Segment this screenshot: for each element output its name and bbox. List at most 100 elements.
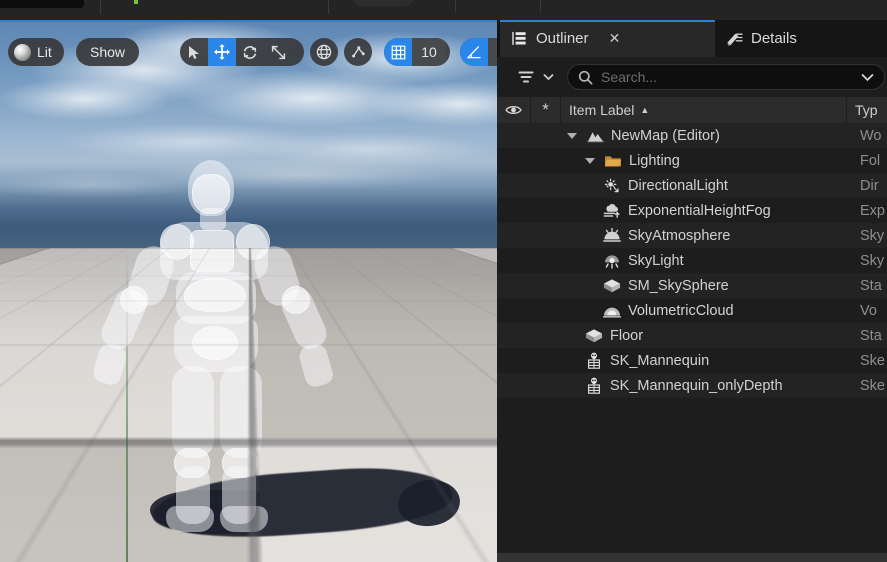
search-chevron-down-icon[interactable]: [858, 68, 876, 86]
viewport-accent-bar: [0, 20, 497, 22]
row-type-cell: Dir: [857, 173, 887, 198]
toolbar-divider-3: [455, 0, 456, 12]
static-mesh-icon: [585, 327, 603, 345]
rotate-tool-button[interactable]: [236, 38, 264, 66]
row-label-text: VolumetricCloud: [628, 303, 734, 319]
search-icon: [576, 68, 594, 86]
tab-details-label: Details: [751, 30, 797, 47]
angle-snap-group: 1: [460, 38, 497, 66]
panel-tabbar: Outliner ✕ Details: [497, 20, 887, 57]
surface-snap-group: [344, 38, 372, 66]
mannequin-character[interactable]: [104, 160, 354, 532]
table-row[interactable]: Lighting Fol: [497, 148, 887, 173]
main-toolbar-strip: [0, 0, 887, 20]
row-label-text: SkyAtmosphere: [628, 228, 730, 244]
row-label-cell: SK_Mannequin_onlyDepth: [497, 377, 887, 395]
angle-snap-value[interactable]: 1: [488, 38, 497, 66]
eye-icon: [505, 101, 522, 119]
volumetric-cloud-icon: [603, 302, 621, 320]
column-pinned[interactable]: *: [531, 97, 561, 123]
table-row[interactable]: SK_Mannequin Ske: [497, 348, 887, 373]
row-label-cell: Floor: [497, 327, 887, 345]
sort-ascending-icon: ▲: [640, 105, 649, 115]
search-box[interactable]: [567, 64, 885, 90]
table-row[interactable]: SK_Mannequin_onlyDepthSke: [497, 373, 887, 398]
row-type-cell: Sta: [857, 323, 887, 348]
directional-light-icon: [603, 177, 621, 195]
row-label-text: Floor: [610, 328, 643, 344]
table-row[interactable]: NewMap (Editor) Wo: [497, 123, 887, 148]
coordinate-system-group: [310, 38, 338, 66]
outliner-tree[interactable]: NewMap (Editor)WoLightingFolDirectionalL…: [497, 123, 887, 553]
search-input[interactable]: [601, 69, 851, 85]
column-visibility[interactable]: [497, 97, 531, 123]
row-label-cell: NewMap (Editor): [497, 127, 887, 145]
level-viewport[interactable]: Lit Show: [0, 20, 497, 562]
row-label-text: ExponentialHeightFog: [628, 203, 771, 219]
table-row[interactable]: VolumetricCloudVo: [497, 298, 887, 323]
transform-tools-group: [180, 38, 304, 66]
snap-vertex-icon[interactable]: [344, 38, 372, 66]
row-type-cell: Sky: [857, 248, 887, 273]
row-label-cell: DirectionalLight: [497, 177, 887, 195]
show-menu-button[interactable]: Show: [76, 38, 139, 66]
row-label-text: NewMap (Editor): [611, 128, 720, 144]
close-icon[interactable]: ✕: [607, 31, 623, 47]
expand-triangle-icon[interactable]: [567, 133, 577, 139]
row-type-cell: Exp: [857, 198, 887, 223]
table-row[interactable]: SkyLight Sky: [497, 248, 887, 273]
row-label-text: Lighting: [629, 153, 680, 169]
column-type[interactable]: Typ: [847, 97, 887, 123]
column-type-text: Typ: [855, 102, 878, 118]
row-label-text: SK_Mannequin: [610, 353, 709, 369]
filter-button[interactable]: [517, 65, 563, 89]
toolbar-divider-1: [100, 0, 101, 14]
outliner-icon: [510, 30, 528, 48]
translate-tool-button[interactable]: [208, 38, 236, 66]
select-tool-button[interactable]: [180, 38, 208, 66]
outliner-column-headers: * Item Label ▲ Typ: [497, 97, 887, 123]
grid-icon[interactable]: [384, 38, 412, 66]
toolbar-divider-2: [328, 0, 329, 14]
row-type-cell: Sta: [857, 273, 887, 298]
row-label-text: DirectionalLight: [628, 178, 728, 194]
column-item-label[interactable]: Item Label ▲: [561, 97, 847, 123]
toolbar-divider-4: [540, 0, 541, 12]
outliner-panel: Outliner ✕ Details: [497, 20, 887, 562]
row-label-cell: SkyLight: [497, 252, 887, 270]
row-type-cell: Fol: [857, 148, 887, 173]
table-row[interactable]: Floor Sta: [497, 323, 887, 348]
tab-outliner-label: Outliner: [536, 30, 589, 47]
filter-icon: [517, 68, 535, 86]
globe-icon[interactable]: [310, 38, 338, 66]
row-label-text: SK_Mannequin_onlyDepth: [610, 378, 783, 394]
table-row[interactable]: ExponentialHeightFog Exp: [497, 198, 887, 223]
grid-snap-group: 10: [384, 38, 450, 66]
row-label-cell: ExponentialHeightFog: [497, 202, 887, 220]
static-mesh-icon: [603, 277, 621, 295]
scale-tool-button[interactable]: [264, 38, 292, 66]
row-type-cell: Wo: [857, 123, 887, 148]
show-label: Show: [90, 44, 125, 60]
row-type-cell: Ske: [857, 348, 887, 373]
tab-outliner[interactable]: Outliner ✕: [500, 20, 715, 57]
toolbar-green-indicator: [134, 0, 138, 4]
table-row[interactable]: DirectionalLight Dir: [497, 173, 887, 198]
sphere-lit-icon: [14, 44, 31, 61]
tab-details[interactable]: Details: [715, 20, 887, 57]
table-row[interactable]: SM_SkySphereSta: [497, 273, 887, 298]
toolbar-fragment-left: [0, 0, 84, 8]
column-item-label-text: Item Label: [569, 102, 634, 118]
fog-icon: [603, 202, 621, 220]
sky-atmosphere-icon: [603, 227, 621, 245]
row-label-text: SkyLight: [628, 253, 684, 269]
expand-triangle-icon[interactable]: [585, 158, 595, 164]
grid-snap-value[interactable]: 10: [412, 38, 446, 66]
angle-icon[interactable]: [460, 38, 488, 66]
table-row[interactable]: SkyAtmosphereSky: [497, 223, 887, 248]
editor-window: Lit Show: [0, 0, 887, 562]
level-world-icon: [586, 127, 604, 145]
view-mode-button[interactable]: Lit: [8, 38, 64, 66]
outliner-search-row: [497, 57, 887, 97]
row-label-cell: SkyAtmosphere: [497, 227, 887, 245]
